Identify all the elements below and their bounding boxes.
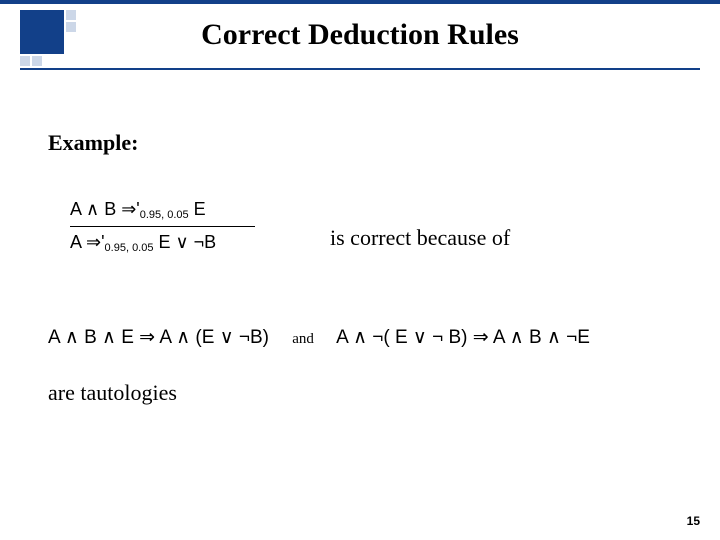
rule-conclusion: A ⇒'0.95, 0.05 E ∨ ¬B: [70, 231, 255, 255]
tautology-left: A ∧ B ∧ E ⇒ A ∧ (E ∨ ¬B): [48, 327, 269, 348]
accent-square: [20, 56, 30, 66]
accent-square: [32, 56, 42, 66]
rule-premise: A ∧ B ⇒'0.95, 0.05 E: [70, 198, 255, 222]
conclusion-tail: E ∨ ¬B: [153, 232, 216, 252]
conclusion-head: A ⇒': [70, 232, 105, 252]
premise-sub: 0.95, 0.05: [140, 209, 189, 221]
are-tautologies-text: are tautologies: [48, 380, 177, 406]
premise-tail: E: [189, 199, 206, 219]
tautology-right: A ∧ ¬( E ∨ ¬ B) ⇒ A ∧ B ∧ ¬E: [336, 327, 590, 348]
title-underline: [20, 68, 700, 70]
and-word: and: [274, 331, 332, 347]
tautology-line: A ∧ B ∧ E ⇒ A ∧ (E ∨ ¬B) and A ∧ ¬( E ∨ …: [48, 326, 590, 349]
top-border: [0, 0, 720, 4]
inference-rule: A ∧ B ⇒'0.95, 0.05 E A ⇒'0.95, 0.05 E ∨ …: [70, 198, 255, 256]
conclusion-sub: 0.95, 0.05: [105, 242, 154, 254]
slide: Correct Deduction Rules Example: A ∧ B ⇒…: [0, 0, 720, 540]
page-number: 15: [687, 514, 700, 528]
page-title: Correct Deduction Rules: [0, 18, 720, 52]
rule-line: [70, 226, 255, 227]
premise-head: A ∧ B ⇒': [70, 199, 140, 219]
example-label: Example:: [48, 130, 138, 156]
correct-because-text: is correct because of: [330, 225, 510, 251]
